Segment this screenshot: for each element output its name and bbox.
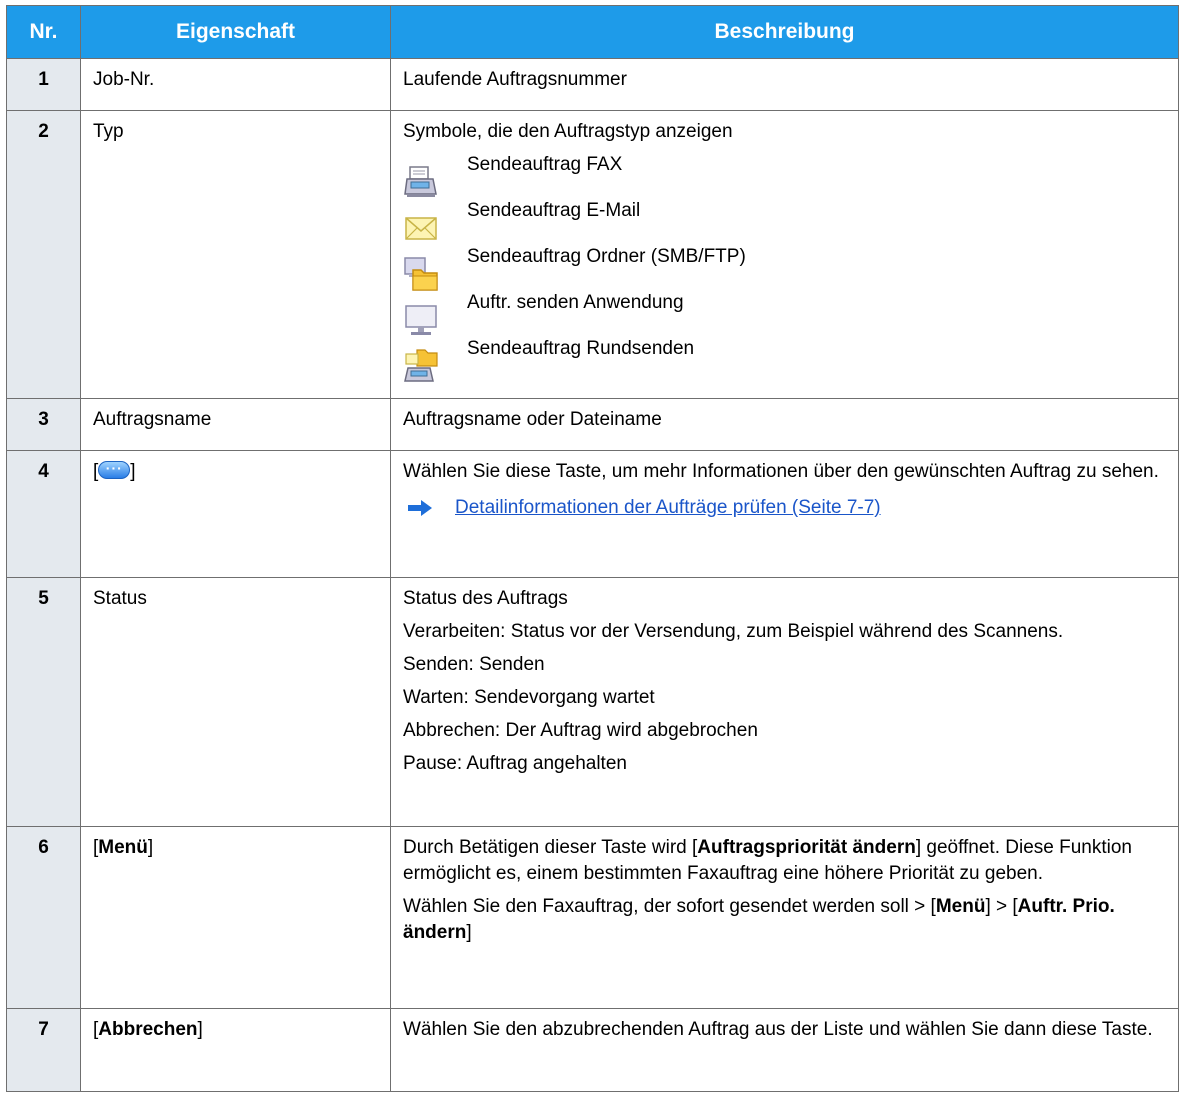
type-item-broadcast: Sendeauftrag Rundsenden — [403, 336, 1170, 382]
row-number: 5 — [6, 577, 81, 827]
menu-procedure: Wählen Sie den Faxauftrag, der sofort ge… — [403, 896, 1115, 943]
type-label: Auftr. senden Anwendung — [467, 292, 684, 313]
type-label: Sendeauftrag Rundsenden — [467, 338, 695, 359]
row-description: Laufende Auftragsnummer — [390, 58, 1179, 111]
row-number: 3 — [6, 398, 81, 451]
status-line: Pause: Auftrag angehalten — [403, 753, 627, 774]
table-row: 4 [] Wählen Sie diese Taste, um mehr Inf… — [6, 450, 1179, 578]
row-number: 2 — [6, 110, 81, 399]
row-property: Typ — [80, 110, 391, 399]
monitor-icon — [405, 305, 437, 335]
status-line: Verarbeiten: Status vor der Versendung, … — [403, 621, 1064, 642]
status-line: Warten: Sendevorgang wartet — [403, 687, 655, 708]
type-item-fax: Sendeauftrag FAX — [403, 152, 1170, 198]
folder-icon — [404, 257, 438, 291]
row-description: Status des Auftrags Verarbeiten: Status … — [390, 577, 1179, 827]
fax-icon — [404, 166, 437, 197]
header-nr: Nr. — [6, 5, 81, 59]
menu-description: Durch Betätigen dieser Taste wird [Auftr… — [403, 837, 1132, 884]
row-number: 7 — [6, 1008, 81, 1092]
table-header-row: Nr. Eigenschaft Beschreibung — [6, 5, 1179, 59]
status-line: Status des Auftrags — [403, 588, 568, 609]
header-description: Beschreibung — [390, 5, 1179, 59]
table-row: 3 Auftragsname Auftragsname oder Dateina… — [6, 398, 1179, 451]
type-intro: Symbole, die den Auftragstyp anzeigen — [403, 121, 733, 142]
type-label: Sendeauftrag Ordner (SMB/FTP) — [467, 246, 746, 267]
row-description: Symbole, die den Auftragstyp anzeigen Se… — [390, 110, 1179, 399]
row-number: 4 — [6, 450, 81, 578]
row-property: Auftragsname — [80, 398, 391, 451]
row-description: Wählen Sie diese Taste, um mehr Informat… — [390, 450, 1179, 578]
row-description-text: Wählen Sie diese Taste, um mehr Informat… — [403, 461, 1159, 482]
row-property: [Abbrechen] — [80, 1008, 391, 1092]
row-description: Auftragsname oder Dateiname — [390, 398, 1179, 451]
job-properties-table: Nr. Eigenschaft Beschreibung 1 Job-Nr. L… — [6, 5, 1179, 1092]
table-row: 5 Status Status des Auftrags Verarbeiten… — [6, 577, 1179, 827]
row-property: [Menü] — [80, 826, 391, 1009]
email-envelope-icon — [405, 217, 437, 240]
table-row: 6 [Menü] Durch Betätigen dieser Taste wi… — [6, 826, 1179, 1009]
row-number: 6 — [6, 826, 81, 1009]
row-number: 1 — [6, 58, 81, 111]
table-row: 7 [Abbrechen] Wählen Sie den abzubrechen… — [6, 1008, 1179, 1092]
arrow-right-icon — [408, 500, 432, 516]
row-property: Job-Nr. — [80, 58, 391, 111]
status-line: Senden: Senden — [403, 654, 545, 675]
type-label: Sendeauftrag FAX — [467, 154, 623, 175]
row-description: Wählen Sie den abzubrechenden Auftrag au… — [390, 1008, 1179, 1092]
reference-link-row: Detailinformationen der Aufträge prüfen … — [403, 495, 1170, 521]
broadcast-icon — [404, 349, 438, 382]
header-property: Eigenschaft — [80, 5, 391, 59]
row-description: Durch Betätigen dieser Taste wird [Auftr… — [390, 826, 1179, 1009]
type-item-application: Auftr. senden Anwendung — [403, 290, 1170, 336]
detail-info-link[interactable]: Detailinformationen der Aufträge prüfen … — [455, 495, 881, 521]
table-row: 2 Typ Symbole, die den Auftragstyp anzei… — [6, 110, 1179, 399]
more-info-button-icon — [98, 455, 131, 481]
type-item-email: Sendeauftrag E-Mail — [403, 198, 1170, 244]
status-line: Abbrechen: Der Auftrag wird abgebrochen — [403, 720, 758, 741]
type-label: Sendeauftrag E-Mail — [467, 200, 641, 221]
table-row: 1 Job-Nr. Laufende Auftragsnummer — [6, 58, 1179, 111]
row-property: Status — [80, 577, 391, 827]
type-item-folder: Sendeauftrag Ordner (SMB/FTP) — [403, 244, 1170, 291]
row-property: [] — [80, 450, 391, 578]
